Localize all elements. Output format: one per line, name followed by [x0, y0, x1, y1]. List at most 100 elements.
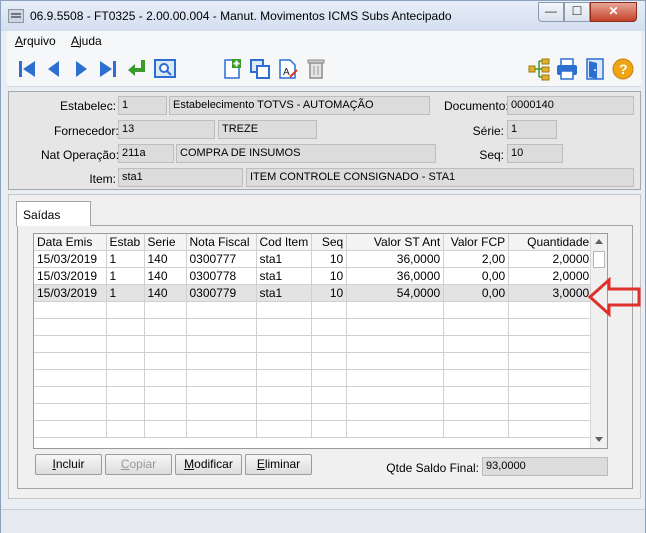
documento-label: Documento:	[444, 99, 509, 113]
empty-table-cell	[34, 369, 107, 387]
empty-table-cell	[106, 352, 145, 370]
col-cod-item[interactable]: Cod Item	[256, 234, 313, 251]
table-row[interactable]: 15/03/2019 1 140 0300778 sta1 10 36,0000 0,00 2,…	[34, 267, 594, 285]
incluir-button[interactable]: Incluir	[35, 454, 102, 475]
saidas-grid[interactable]: Data Emis Estab Serie Nota Fiscal Cod It…	[33, 233, 608, 449]
empty-table-cell	[346, 335, 445, 353]
status-bar	[1, 509, 645, 533]
empty-table-cell	[144, 420, 187, 438]
title-bar[interactable]: 06.9.5508 - FT0325 - 2.00.00.004 - Manut…	[1, 1, 645, 31]
empty-table-cell	[144, 301, 187, 319]
empty-table-cell	[106, 386, 145, 404]
menu-arquivo[interactable]: Arquivo	[15, 34, 56, 48]
empty-table-cell	[346, 420, 445, 438]
goto-icon[interactable]	[125, 57, 149, 81]
fornecedor-label: Fornecedor:	[54, 124, 119, 138]
estabelec-code-field: 1	[118, 96, 167, 115]
empty-table-cell	[346, 352, 445, 370]
eliminar-button[interactable]: Eliminar	[245, 454, 312, 475]
table-cell: sta1	[256, 267, 313, 285]
empty-table-cell	[346, 369, 445, 387]
modificar-mnemonic: M	[184, 457, 195, 471]
empty-table-cell	[256, 352, 313, 370]
empty-table-cell	[144, 318, 187, 336]
zoom-icon[interactable]	[153, 57, 177, 81]
scroll-up-icon[interactable]	[595, 239, 603, 244]
last-icon[interactable]	[96, 57, 120, 81]
col-valor-fcp[interactable]: Valor FCP	[443, 234, 510, 251]
menu-ajuda[interactable]: Ajuda	[71, 34, 102, 48]
empty-table-cell	[443, 420, 510, 438]
help-icon[interactable]: ?	[611, 57, 635, 81]
print-icon[interactable]	[555, 57, 579, 81]
col-valor-st-ant[interactable]: Valor ST Ant	[346, 234, 445, 251]
empty-table-cell	[186, 335, 257, 353]
table-cell: 0300777	[186, 250, 257, 268]
copiar-button[interactable]: Copiar	[105, 454, 172, 475]
empty-table-cell	[144, 403, 187, 421]
empty-table-cell	[508, 352, 594, 370]
empty-table-cell	[311, 386, 348, 404]
table-cell: 0,00	[443, 267, 510, 285]
empty-table-cell	[443, 403, 510, 421]
col-serie[interactable]: Serie	[144, 234, 187, 251]
prev-icon[interactable]	[42, 57, 66, 81]
edit-icon[interactable]: A	[276, 57, 300, 81]
empty-table-cell	[186, 403, 257, 421]
col-quantidade[interactable]: Quantidade	[508, 234, 594, 251]
copy-icon[interactable]	[248, 57, 272, 81]
table-cell: 36,0000	[346, 250, 445, 268]
application-icon	[8, 9, 24, 23]
tree-icon[interactable]	[527, 57, 551, 81]
delete-icon[interactable]	[304, 57, 328, 81]
table-row[interactable]: 15/03/2019 1 140 0300777 sta1 10 36,0000 2,00 2,…	[34, 250, 594, 268]
application-window: 06.9.5508 - FT0325 - 2.00.00.004 - Manut…	[0, 0, 646, 533]
grid-vertical-scrollbar[interactable]	[590, 234, 607, 448]
documento-field: 0000140	[507, 96, 634, 115]
modificar-label: odificar	[194, 457, 233, 471]
modificar-button[interactable]: Modificar	[175, 454, 242, 475]
col-data-emis[interactable]: Data Emis	[34, 234, 107, 251]
svg-text:?: ?	[619, 61, 628, 77]
natop-name-field: COMPRA DE INSUMOS	[176, 144, 436, 163]
scroll-thumb[interactable]	[593, 251, 605, 268]
empty-table-row	[34, 369, 594, 387]
empty-table-cell	[106, 420, 145, 438]
next-icon[interactable]	[69, 57, 93, 81]
table-row[interactable]: 15/03/2019 1 140 0300779 sta1 10 54,0000 0,00 3,…	[34, 284, 594, 302]
empty-table-cell	[346, 386, 445, 404]
incluir-label: ncluir	[55, 457, 85, 471]
empty-table-cell	[34, 403, 107, 421]
empty-table-cell	[311, 420, 348, 438]
menu-bar: Arquivo Ajuda	[7, 31, 641, 51]
grid-body: 15/03/2019 1 140 0300777 sta1 10 36,0000 2,00 2,…	[34, 250, 594, 438]
tab-saidas[interactable]: Saídas	[16, 201, 91, 226]
table-cell: 2,0000	[508, 267, 594, 285]
new-document-icon[interactable]	[220, 57, 244, 81]
table-cell: 15/03/2019	[34, 284, 107, 302]
empty-table-cell	[256, 335, 313, 353]
item-name-field: ITEM CONTROLE CONSIGNADO - STA1	[246, 168, 634, 187]
col-estab[interactable]: Estab	[106, 234, 145, 251]
fornecedor-name-field: TREZE	[218, 120, 317, 139]
table-cell: 15/03/2019	[34, 267, 107, 285]
col-seq[interactable]: Seq	[311, 234, 348, 251]
table-cell: 140	[144, 250, 187, 268]
empty-table-cell	[256, 369, 313, 387]
menu-ajuda-mnemonic: A	[71, 34, 80, 48]
copiar-label: opiar	[129, 457, 157, 471]
empty-table-cell	[256, 301, 313, 319]
empty-table-cell	[311, 352, 348, 370]
scroll-down-icon[interactable]	[595, 437, 603, 442]
first-icon[interactable]	[15, 57, 39, 81]
exit-icon[interactable]	[583, 57, 607, 81]
empty-table-cell	[311, 369, 348, 387]
empty-table-cell	[34, 318, 107, 336]
serie-label: Série:	[472, 124, 504, 138]
empty-table-cell	[106, 403, 145, 421]
minimize-button[interactable]: —	[538, 2, 564, 22]
maximize-button[interactable]: ☐	[564, 2, 590, 22]
empty-table-cell	[186, 420, 257, 438]
close-button[interactable]: ✕	[590, 2, 637, 22]
col-nota-fiscal[interactable]: Nota Fiscal	[186, 234, 257, 251]
